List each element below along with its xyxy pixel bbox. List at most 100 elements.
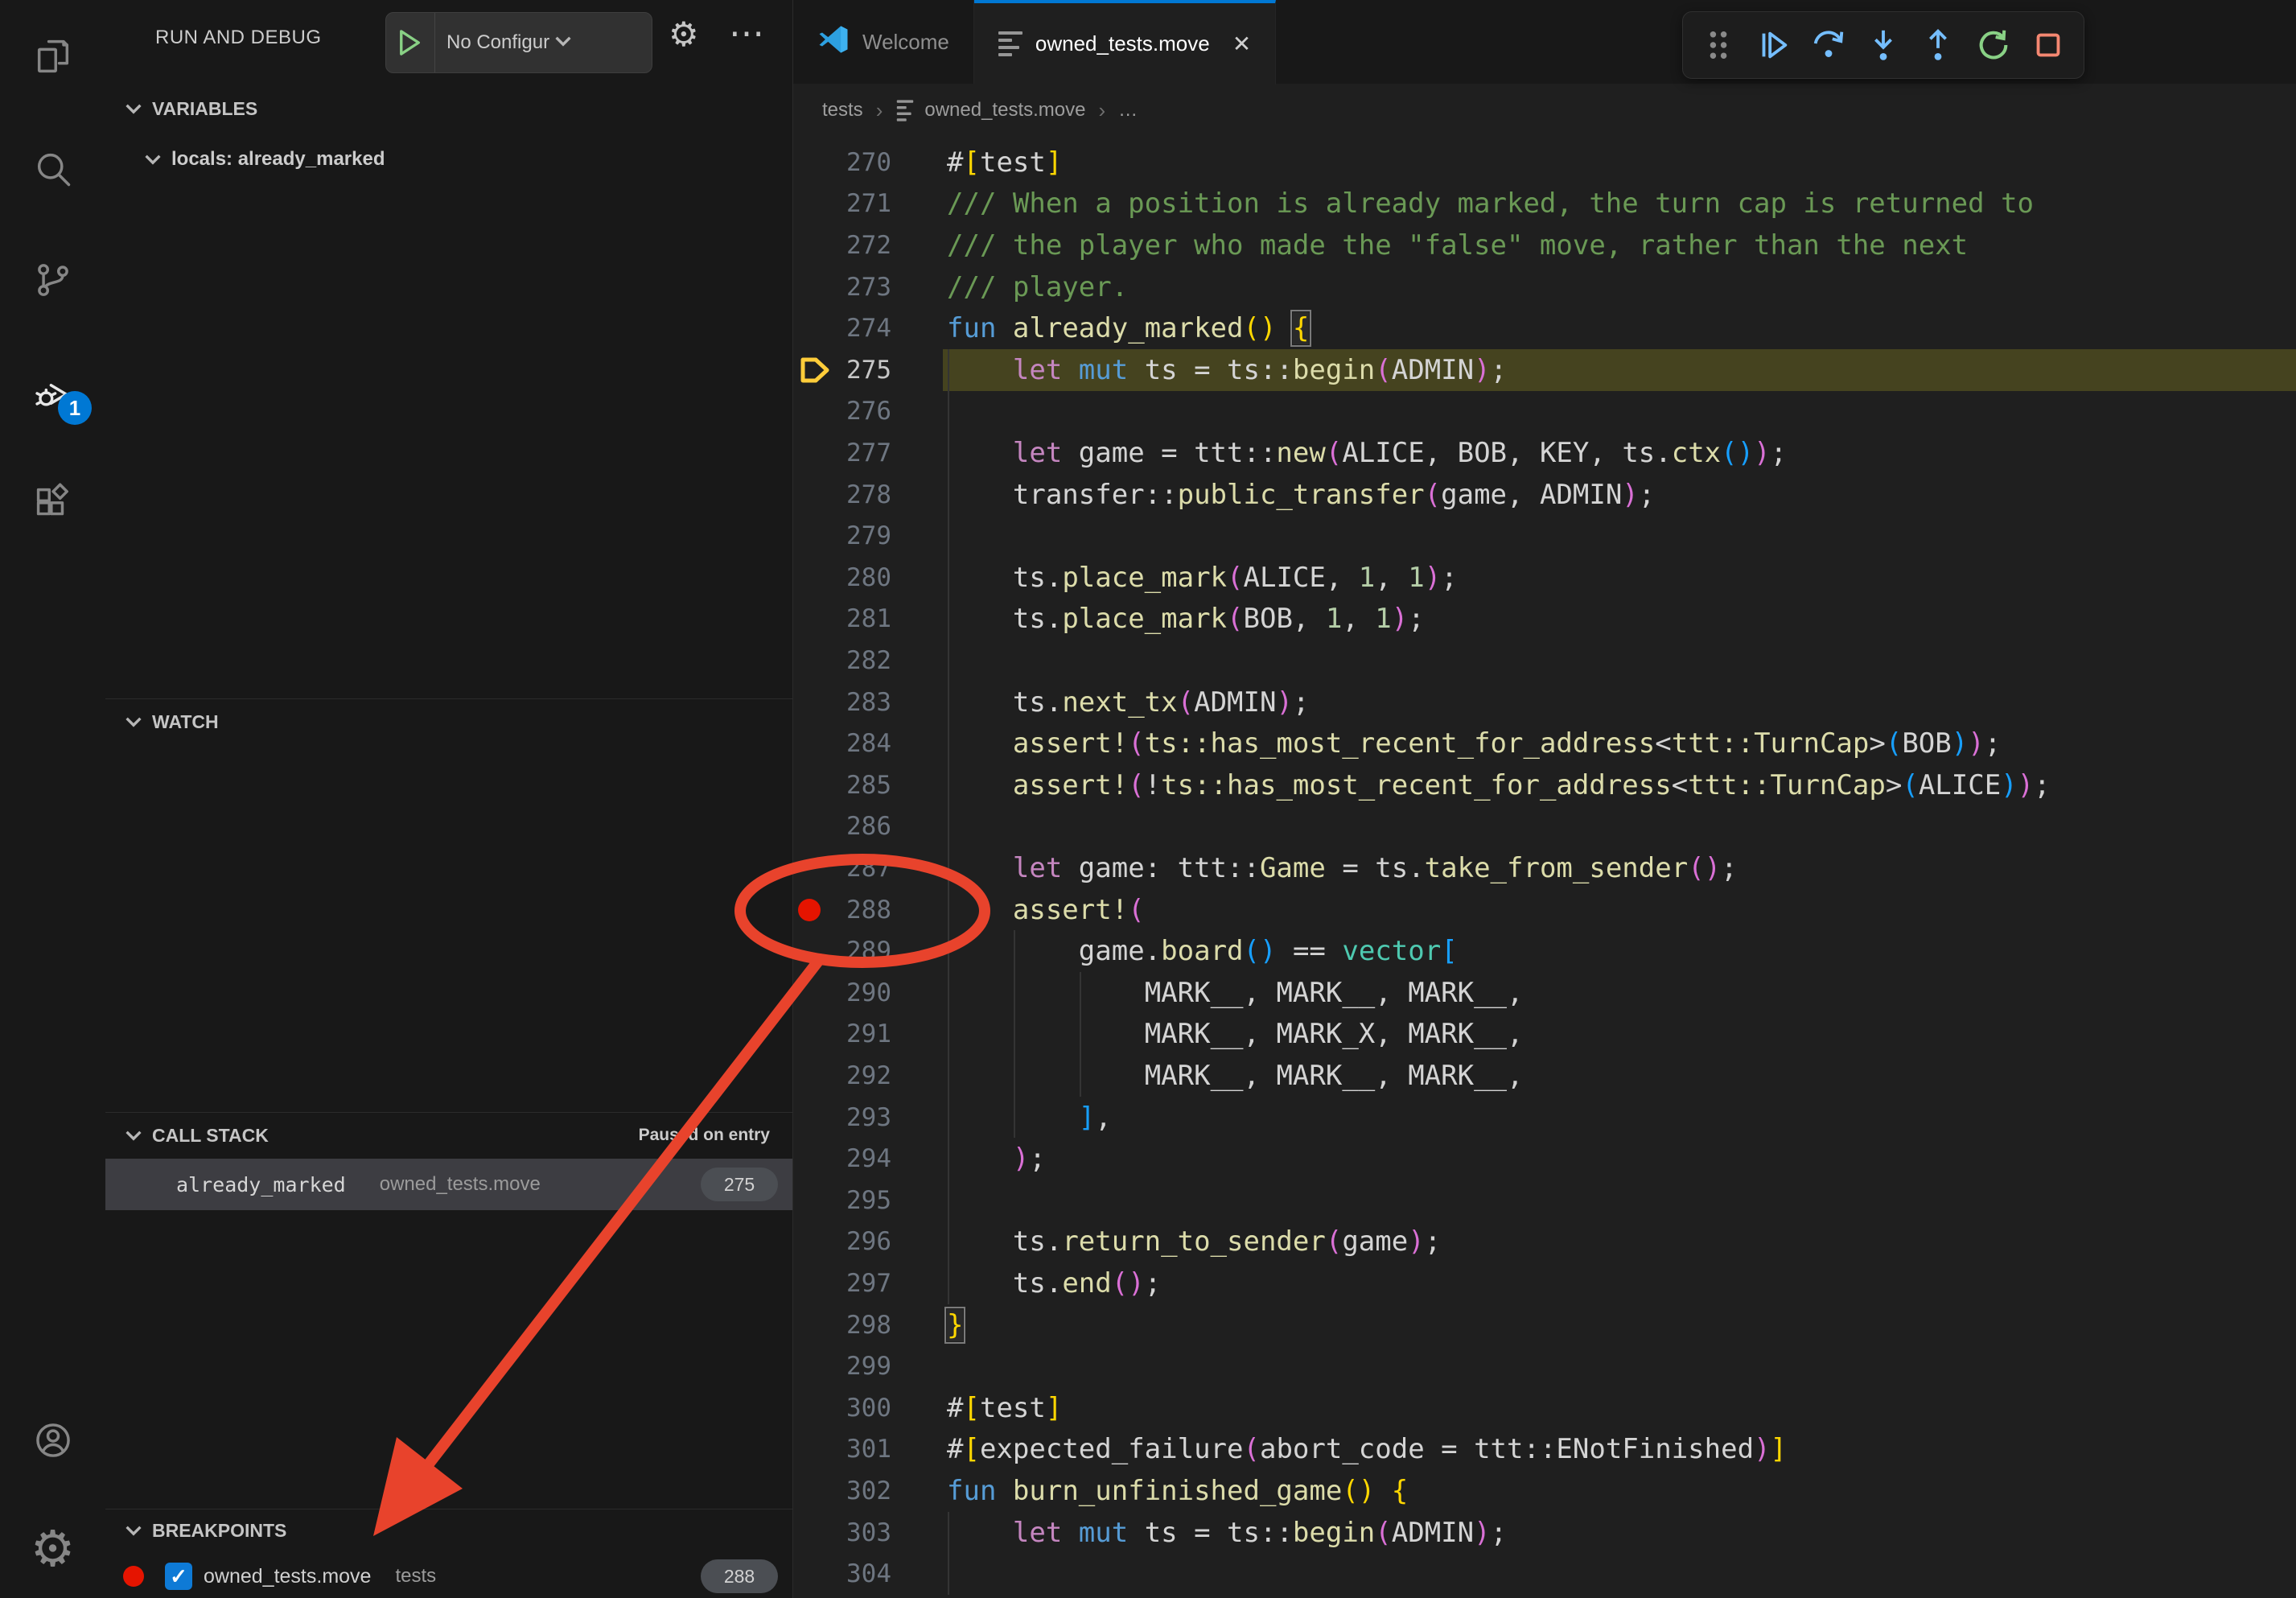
line-number[interactable]: 296 bbox=[793, 1221, 891, 1263]
line-number[interactable]: 282 bbox=[793, 640, 891, 682]
line-number[interactable]: 283 bbox=[793, 682, 891, 723]
step-over-icon[interactable] bbox=[1808, 25, 1849, 65]
line-number[interactable]: 275 bbox=[793, 349, 891, 391]
code-line-291[interactable]: 291MARK__, MARK_X, MARK__, bbox=[793, 1014, 2296, 1056]
line-number[interactable]: 301 bbox=[793, 1429, 891, 1471]
line-number[interactable]: 281 bbox=[793, 599, 891, 640]
code-line-290[interactable]: 290MARK__, MARK__, MARK__, bbox=[793, 972, 2296, 1014]
code-line-284[interactable]: 284assert!(ts::has_most_recent_for_addre… bbox=[793, 723, 2296, 764]
close-icon[interactable]: ✕ bbox=[1232, 31, 1251, 57]
activitybar-run-and-debug-icon[interactable]: 1 bbox=[0, 356, 105, 433]
code-line-279[interactable]: 279 bbox=[793, 515, 2296, 557]
line-number[interactable]: 298 bbox=[793, 1304, 891, 1346]
code-line-272[interactable]: 272/// the player who made the "false" m… bbox=[793, 224, 2296, 266]
line-number[interactable]: 292 bbox=[793, 1055, 891, 1097]
line-number[interactable]: 289 bbox=[793, 930, 891, 972]
line-number[interactable]: 271 bbox=[793, 183, 891, 225]
tab-welcome[interactable]: Welcome bbox=[793, 0, 974, 84]
line-number[interactable]: 287 bbox=[793, 847, 891, 889]
activitybar-source-control-icon[interactable] bbox=[0, 241, 105, 319]
code-line-286[interactable]: 286 bbox=[793, 806, 2296, 848]
line-number[interactable]: 297 bbox=[793, 1262, 891, 1304]
step-into-icon[interactable] bbox=[1863, 25, 1903, 65]
code-line-301[interactable]: 301#[expected_failure(abort_code = ttt::… bbox=[793, 1429, 2296, 1471]
line-number[interactable]: 293 bbox=[793, 1097, 891, 1139]
breadcrumb-item[interactable]: tests bbox=[822, 99, 863, 121]
debug-config-dropdown[interactable]: No Configur bbox=[385, 12, 652, 73]
more-actions-icon[interactable]: ⋯ bbox=[729, 13, 764, 54]
line-number[interactable]: 286 bbox=[793, 806, 891, 848]
stop-icon[interactable] bbox=[2028, 25, 2068, 65]
line-number[interactable]: 302 bbox=[793, 1470, 891, 1512]
line-number[interactable]: 278 bbox=[793, 474, 891, 516]
restart-icon[interactable] bbox=[1973, 25, 2014, 65]
breakpoint-row[interactable]: ✓ owned_tests.move tests 288 bbox=[105, 1555, 792, 1598]
code-line-298[interactable]: 298} bbox=[793, 1304, 2296, 1346]
activitybar-search-icon[interactable] bbox=[0, 130, 105, 208]
line-number[interactable]: 273 bbox=[793, 266, 891, 308]
code-line-281[interactable]: 281ts.place_mark(BOB, 1, 1); bbox=[793, 599, 2296, 640]
code-line-289[interactable]: 289game.board() == vector[ bbox=[793, 930, 2296, 972]
code-line-276[interactable]: 276 bbox=[793, 391, 2296, 433]
variables-section-header[interactable]: VARIABLES bbox=[105, 84, 792, 134]
line-number[interactable]: 299 bbox=[793, 1345, 891, 1387]
code-line-300[interactable]: 300#[test] bbox=[793, 1387, 2296, 1429]
breadcrumb-item[interactable]: … bbox=[1118, 99, 1138, 121]
gear-icon[interactable]: ⚙ bbox=[669, 18, 699, 51]
code-line-277[interactable]: 277let game = ttt::new(ALICE, BOB, KEY, … bbox=[793, 432, 2296, 474]
breadcrumb-item[interactable]: owned_tests.move bbox=[924, 99, 1085, 121]
variables-scope-locals[interactable]: locals: already_marked bbox=[144, 134, 385, 185]
code-line-293[interactable]: 293], bbox=[793, 1097, 2296, 1139]
continue-icon[interactable] bbox=[1753, 25, 1793, 65]
line-number[interactable]: 284 bbox=[793, 723, 891, 764]
call-stack-section-header[interactable]: CALL STACK Paused on entry bbox=[105, 1113, 792, 1158]
code-line-282[interactable]: 282 bbox=[793, 640, 2296, 682]
activitybar-extensions-icon[interactable] bbox=[0, 465, 105, 542]
line-number[interactable]: 274 bbox=[793, 307, 891, 349]
line-number[interactable]: 279 bbox=[793, 515, 891, 557]
line-number[interactable]: 303 bbox=[793, 1512, 891, 1554]
breakpoint-checkbox[interactable]: ✓ bbox=[165, 1563, 192, 1590]
drag-handle-icon[interactable] bbox=[1698, 25, 1738, 65]
code-line-270[interactable]: 270#[test] bbox=[793, 142, 2296, 183]
code-line-283[interactable]: 283ts.next_tx(ADMIN); bbox=[793, 682, 2296, 723]
code-line-288[interactable]: 288assert!( bbox=[793, 889, 2296, 931]
code-line-287[interactable]: 287let game: ttt::Game = ts.take_from_se… bbox=[793, 847, 2296, 889]
code-line-302[interactable]: 302fun burn_unfinished_game() { bbox=[793, 1470, 2296, 1512]
code-line-295[interactable]: 295 bbox=[793, 1180, 2296, 1221]
code-line-280[interactable]: 280ts.place_mark(ALICE, 1, 1); bbox=[793, 557, 2296, 599]
line-number[interactable]: 276 bbox=[793, 391, 891, 433]
code-line-278[interactable]: 278transfer::public_transfer(game, ADMIN… bbox=[793, 474, 2296, 516]
line-number[interactable]: 294 bbox=[793, 1138, 891, 1180]
code-line-274[interactable]: 274fun already_marked() { bbox=[793, 307, 2296, 349]
line-number[interactable]: 280 bbox=[793, 557, 891, 599]
code-line-299[interactable]: 299 bbox=[793, 1345, 2296, 1387]
activitybar-account-icon[interactable] bbox=[0, 1402, 105, 1479]
line-number[interactable]: 304 bbox=[793, 1553, 891, 1595]
code-line-271[interactable]: 271/// When a position is already marked… bbox=[793, 183, 2296, 225]
line-number[interactable]: 290 bbox=[793, 972, 891, 1014]
line-number[interactable]: 272 bbox=[793, 224, 891, 266]
start-debug-icon[interactable] bbox=[386, 13, 435, 72]
code-line-273[interactable]: 273/// player. bbox=[793, 266, 2296, 308]
activitybar-settings-gear-icon[interactable]: ⚙ bbox=[0, 1511, 105, 1588]
code-line-303[interactable]: 303let mut ts = ts::begin(ADMIN); bbox=[793, 1512, 2296, 1554]
line-number[interactable]: 270 bbox=[793, 142, 891, 183]
code-line-292[interactable]: 292MARK__, MARK__, MARK__, bbox=[793, 1055, 2296, 1097]
call-stack-frame-row[interactable]: already_marked owned_tests.move 275 bbox=[105, 1159, 792, 1210]
line-number[interactable]: 285 bbox=[793, 764, 891, 806]
line-number[interactable]: 295 bbox=[793, 1180, 891, 1221]
code-line-297[interactable]: 297ts.end(); bbox=[793, 1262, 2296, 1304]
breakpoints-section-header[interactable]: BREAKPOINTS bbox=[105, 1509, 792, 1551]
code-line-304[interactable]: 304 bbox=[793, 1553, 2296, 1595]
line-number[interactable]: 291 bbox=[793, 1014, 891, 1056]
code-line-285[interactable]: 285assert!(!ts::has_most_recent_for_addr… bbox=[793, 764, 2296, 806]
tab-owned-tests-move[interactable]: owned_tests.move✕ bbox=[974, 0, 1276, 84]
code-line-275[interactable]: 275let mut ts = ts::begin(ADMIN); bbox=[793, 349, 2296, 391]
activitybar-explorer-icon[interactable] bbox=[0, 18, 105, 95]
watch-section-header[interactable]: WATCH bbox=[105, 699, 792, 744]
step-out-icon[interactable] bbox=[1918, 25, 1958, 65]
code-line-296[interactable]: 296ts.return_to_sender(game); bbox=[793, 1221, 2296, 1263]
line-number[interactable]: 300 bbox=[793, 1387, 891, 1429]
line-number[interactable]: 277 bbox=[793, 432, 891, 474]
